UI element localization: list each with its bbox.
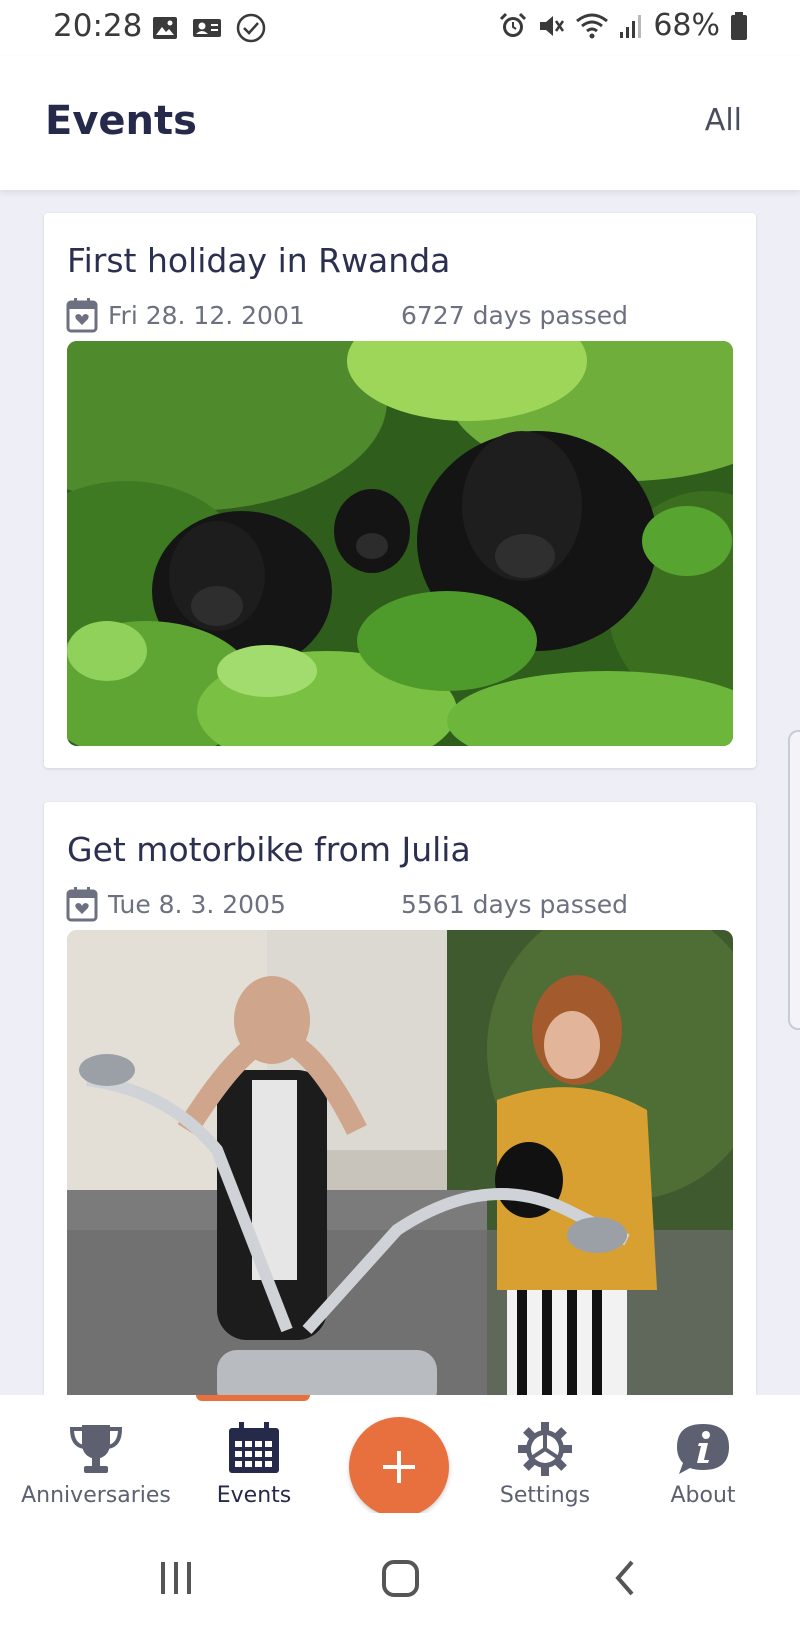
info-icon <box>677 1424 729 1474</box>
plus-icon <box>383 1451 415 1483</box>
event-title: Get motorbike from Julia <box>67 830 471 869</box>
nav-anniversaries[interactable]: Anniversaries <box>16 1395 176 1513</box>
gear-icon <box>518 1422 572 1476</box>
nav-settings[interactable]: Settings <box>465 1395 625 1513</box>
edge-panel-handle[interactable] <box>788 730 800 1030</box>
page-title: Events <box>45 98 197 144</box>
event-date: Tue 8. 3. 2005 <box>108 890 286 919</box>
calendar-heart-icon <box>66 298 98 333</box>
event-card[interactable]: Get motorbike from Julia Tue 8. 3. 2005 … <box>44 802 756 1395</box>
event-meta: Tue 8. 3. 2005 5561 days passed <box>66 886 746 926</box>
event-days-passed: 5561 days passed <box>401 890 629 919</box>
system-navigation <box>0 1513 800 1644</box>
nav-label: Events <box>216 1483 292 1508</box>
event-card[interactable]: First holiday in Rwanda Fri 28. 12. 2001… <box>44 213 756 768</box>
filter-all-button[interactable]: All <box>705 103 742 138</box>
back-icon[interactable] <box>610 1558 640 1598</box>
event-title: First holiday in Rwanda <box>67 241 451 280</box>
nav-label: Anniversaries <box>21 1483 171 1508</box>
recents-icon[interactable] <box>158 1558 194 1598</box>
battery-icon <box>731 11 747 40</box>
event-photo[interactable] <box>67 341 733 746</box>
gorillas-photo <box>67 341 733 746</box>
nav-label: About <box>670 1483 736 1508</box>
add-event-button[interactable] <box>349 1417 449 1517</box>
signal-icon <box>620 14 642 38</box>
nav-about[interactable]: About <box>623 1395 783 1513</box>
nav-label: Settings <box>499 1483 591 1508</box>
event-days-passed: 6727 days passed <box>401 301 629 330</box>
mute-icon <box>540 15 565 36</box>
gallery-icon <box>153 17 177 39</box>
calendar-icon <box>229 1422 279 1473</box>
contact-card-icon <box>193 19 221 37</box>
motorbike-photo <box>67 930 733 1395</box>
status-time: 20:28 <box>53 8 143 44</box>
event-meta: Fri 28. 12. 2001 6727 days passed <box>66 297 746 337</box>
nav-events[interactable]: Events <box>174 1395 334 1513</box>
calendar-heart-icon <box>66 887 98 922</box>
status-bar: 20:28 68% <box>0 0 800 56</box>
trophy-icon <box>69 1425 123 1473</box>
battery-percent: 68% <box>653 8 720 43</box>
wifi-icon <box>576 13 609 38</box>
home-icon[interactable] <box>381 1558 421 1598</box>
check-circle-icon <box>236 13 266 43</box>
bottom-navigation: Anniversaries Events Settings About <box>0 1395 800 1517</box>
event-date: Fri 28. 12. 2001 <box>108 301 305 330</box>
event-photo[interactable] <box>67 930 733 1395</box>
app-header: Events All <box>0 56 800 190</box>
events-list[interactable]: First holiday in Rwanda Fri 28. 12. 2001… <box>0 190 800 1395</box>
alarm-icon <box>500 12 527 37</box>
